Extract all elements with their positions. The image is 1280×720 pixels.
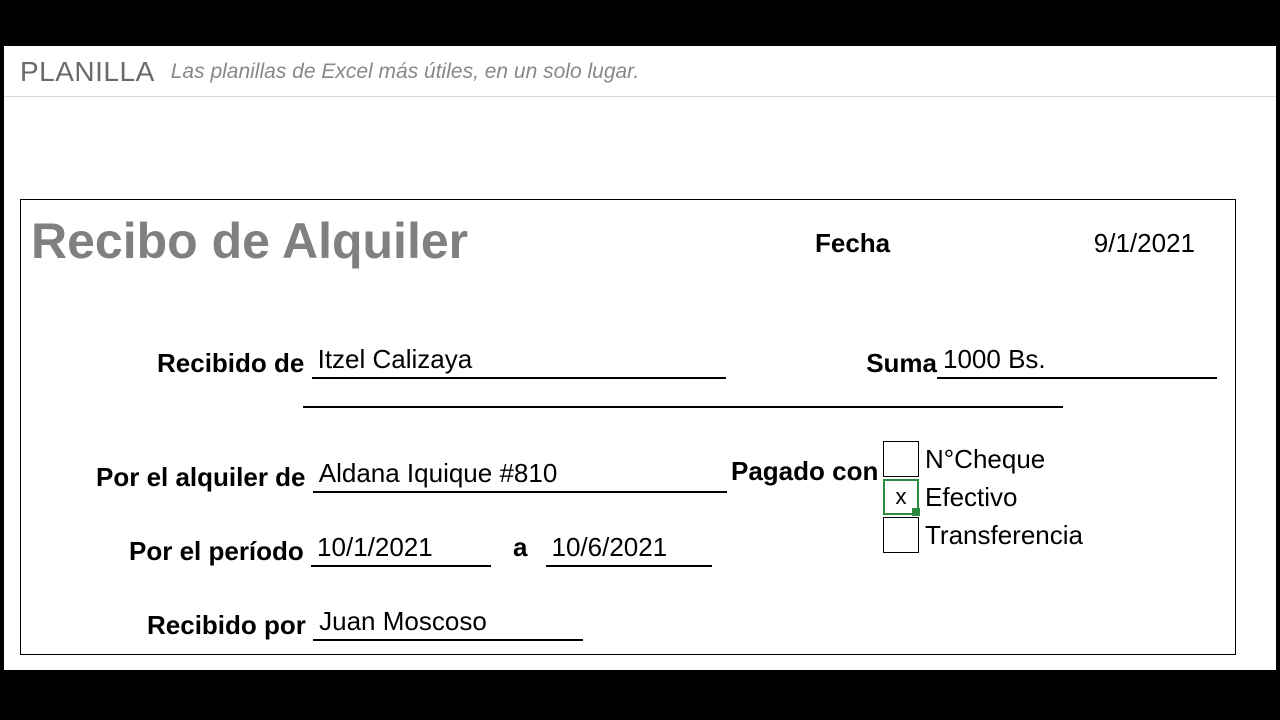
recibido-por-value[interactable]: Juan Moscoso — [313, 606, 583, 641]
pay-option-transferencia-label: Transferencia — [925, 520, 1083, 551]
periodo-label: Por el período — [129, 536, 304, 567]
date-value: 9/1/2021 — [1094, 228, 1195, 259]
extra-line — [303, 406, 1063, 408]
recibido-de-row: Recibido de Itzel Calizaya — [157, 344, 726, 379]
recibido-por-label: Recibido por — [147, 610, 306, 641]
alquiler-de-label: Por el alquiler de — [96, 462, 306, 493]
periodo-start-value[interactable]: 10/1/2021 — [311, 532, 491, 567]
alquiler-de-value[interactable]: Aldana Iquique #810 — [313, 458, 727, 493]
date-block: Fecha 9/1/2021 — [815, 228, 1195, 259]
suma-label: Suma — [849, 348, 937, 379]
site-header: PLANILLA Las planillas de Excel más útil… — [4, 46, 1276, 97]
site-title: PLANILLA — [20, 56, 155, 88]
site-tagline: Las planillas de Excel más útiles, en un… — [171, 60, 639, 84]
date-label: Fecha — [815, 228, 890, 259]
receipt-box: Recibo de Alquiler Fecha 9/1/2021 Recibi… — [20, 199, 1236, 655]
pay-option-transferencia: Transferencia — [883, 516, 1083, 554]
pagado-con-label-block: Pagado con — [731, 456, 878, 487]
checkbox-cheque[interactable] — [883, 441, 919, 477]
recibido-de-label: Recibido de — [157, 348, 304, 379]
pay-options: N°Cheque x Efectivo Transferencia — [883, 440, 1083, 554]
recibido-por-row: Recibido por Juan Moscoso — [147, 606, 583, 641]
suma-value[interactable]: 1000 Bs. — [937, 344, 1217, 379]
pagado-con-label: Pagado con — [731, 456, 878, 486]
checkbox-transferencia[interactable] — [883, 517, 919, 553]
periodo-sep: a — [513, 532, 527, 563]
pay-option-cheque: N°Cheque — [883, 440, 1083, 478]
pay-option-efectivo-label: Efectivo — [925, 482, 1018, 513]
pay-option-cheque-label: N°Cheque — [925, 444, 1045, 475]
periodo-row: Por el período 10/1/2021 a 10/6/2021 — [129, 532, 712, 567]
recibido-de-value[interactable]: Itzel Calizaya — [312, 344, 726, 379]
checkbox-efectivo[interactable]: x — [883, 479, 919, 515]
periodo-end-value[interactable]: 10/6/2021 — [546, 532, 712, 567]
alquiler-de-row: Por el alquiler de Aldana Iquique #810 — [96, 458, 727, 493]
suma-row: Suma 1000 Bs. — [849, 344, 1217, 379]
pay-option-efectivo: x Efectivo — [883, 478, 1083, 516]
